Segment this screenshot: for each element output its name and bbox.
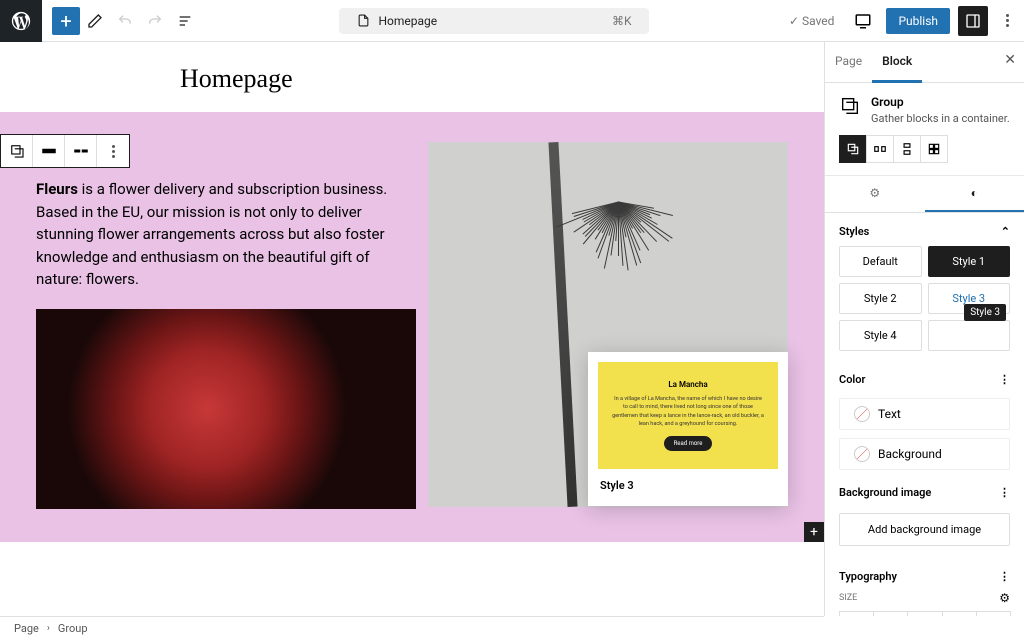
page-title[interactable]: Homepage [180,64,824,94]
editor-canvas[interactable]: Homepage About Us Fleurs is a flower del… [0,42,824,616]
publish-button[interactable]: Publish [886,8,950,34]
crumb-page[interactable]: Page [14,622,39,635]
color-options-icon[interactable]: ⋮ [999,373,1010,386]
size-l-button[interactable]: L [907,611,942,616]
layout-grid-icon[interactable] [920,135,948,163]
styles-collapse-icon[interactable]: ⌃ [1001,225,1010,238]
size-xxl-button[interactable]: XXL [976,611,1011,616]
background-color-label: Background [878,447,942,461]
styles-header: Styles [839,225,869,238]
preview-icon[interactable] [848,6,878,36]
text-color-row[interactable]: Text [839,398,1010,430]
style-preview-content: La Mancha In a village of La Mancha, the… [598,362,778,469]
font-size-presets: S M L XL XXL [839,611,1010,616]
settings-subtab-icon[interactable]: ⚙ [825,176,925,212]
style-variations: Default Style 1 Style 2 Style 3 Style 4 … [825,246,1024,361]
group-icon [839,95,861,117]
size-s-button[interactable]: S [839,611,874,616]
close-sidebar-icon[interactable]: ✕ [1004,52,1016,68]
block-more-icon[interactable] [97,135,129,167]
bg-image-header: Background image [839,486,931,499]
preview-text: In a village of La Mancha, the name of w… [612,395,764,428]
redo-icon[interactable] [142,8,168,34]
edit-icon[interactable] [82,8,108,34]
block-description: Gather blocks in a container. [871,112,1010,125]
add-block-button[interactable]: + [52,7,80,35]
align-full-icon[interactable] [33,135,65,167]
group-block-icon[interactable] [1,135,33,167]
style-tooltip: Style 3 [964,304,1006,321]
layout-row-icon[interactable] [866,135,894,163]
style-4-button[interactable]: Style 4 [839,320,922,351]
list-view-icon[interactable] [172,8,198,34]
block-toolbar [0,134,130,168]
breadcrumb: Page › Group [0,616,824,640]
document-title: Homepage [378,14,437,28]
crumb-block[interactable]: Group [58,622,88,635]
style-2-button[interactable]: Style 2 [839,283,922,314]
top-toolbar: + Homepage ⌘K ✓ Saved Publish [0,0,1024,42]
preview-readmore-button: Read more [664,436,713,451]
settings-panel-toggle-icon[interactable] [958,6,988,36]
layout-group-icon[interactable] [839,135,867,163]
typography-header: Typography [839,570,897,583]
styles-subtab-icon[interactable]: ◐ [925,176,1024,212]
tab-block[interactable]: Block [872,42,922,83]
more-options-icon[interactable] [992,6,1022,36]
flower-image-left[interactable] [36,309,416,509]
bg-image-options-icon[interactable]: ⋮ [999,486,1010,499]
typography-options-icon[interactable]: ⋮ [999,570,1010,583]
text-color-label: Text [878,407,901,421]
style-default-button[interactable]: Default [839,246,922,277]
group-block[interactable]: About Us Fleurs is a flower delivery and… [0,112,824,542]
background-color-row[interactable]: Background [839,438,1010,470]
command-shortcut: ⌘K [612,14,632,28]
layout-stack-icon[interactable] [893,135,921,163]
document-title-pill[interactable]: Homepage ⌘K [339,8,649,34]
block-name: Group [871,95,1010,109]
tab-page[interactable]: Page [825,42,872,82]
style-5-button[interactable] [928,320,1011,351]
undo-icon[interactable] [112,8,138,34]
settings-sidebar: Page Block ✕ Group Gather blocks in a co… [824,42,1024,616]
size-m-button[interactable]: M [873,611,908,616]
style-preview-card: La Mancha In a village of La Mancha, the… [588,352,788,506]
preview-title: La Mancha [612,380,764,389]
style-1-button[interactable]: Style 1 [928,246,1011,277]
size-custom-icon[interactable]: ⚙ [999,591,1010,605]
add-block-corner-button[interactable]: + [804,522,824,542]
chevron-right-icon: › [47,623,50,634]
size-xl-button[interactable]: XL [942,611,977,616]
justify-icon[interactable] [65,135,97,167]
preview-style-label: Style 3 [598,479,778,496]
add-background-image-button[interactable]: Add background image [839,513,1010,546]
page-icon [357,14,370,27]
saved-status: ✓ Saved [789,14,834,28]
block-info: Group Gather blocks in a container. [825,83,1024,176]
text-color-swatch-icon [854,406,870,422]
background-color-swatch-icon [854,446,870,462]
wordpress-logo-icon[interactable] [0,0,42,42]
intro-paragraph[interactable]: Fleurs is a flower delivery and subscrip… [36,178,416,291]
size-label: SIZE [825,593,871,603]
color-header: Color [839,373,865,386]
